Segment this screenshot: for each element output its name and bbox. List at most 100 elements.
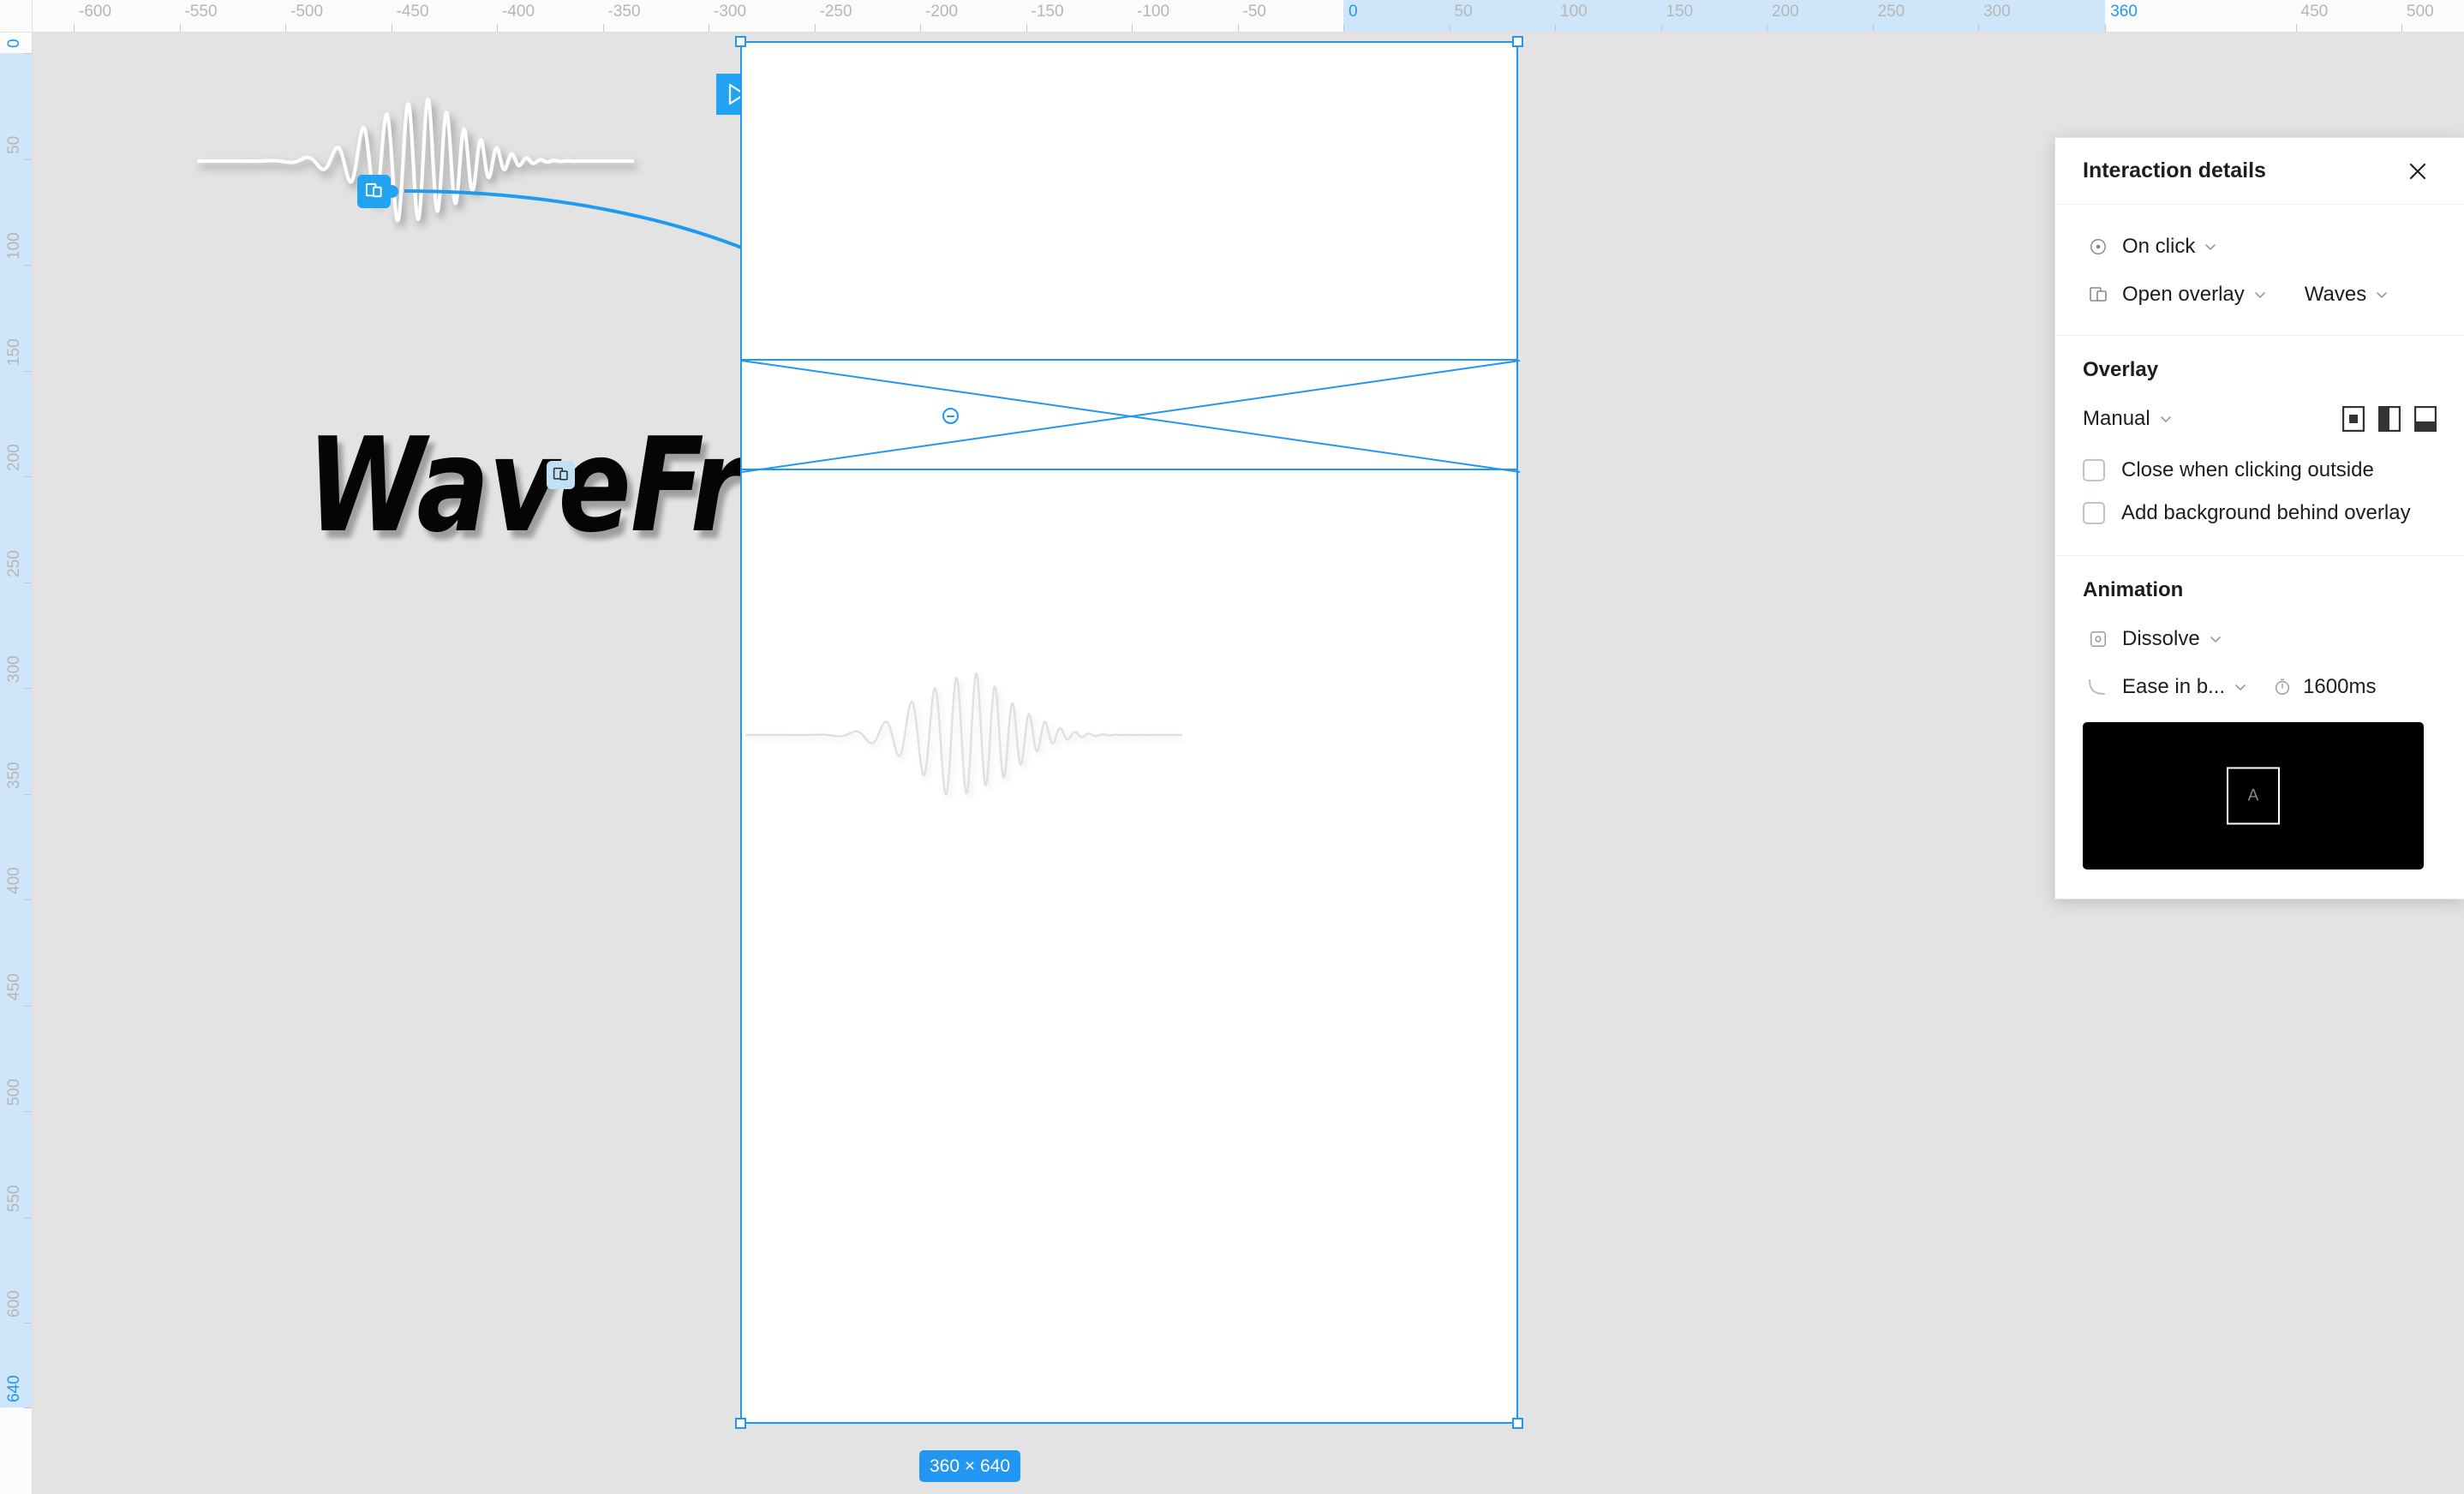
trigger-select[interactable]: On click (2122, 235, 2217, 259)
dissolve-icon (2083, 624, 2114, 654)
ruler-tick-mark (74, 24, 75, 32)
ruler-tick-label: 450 (5, 972, 23, 1001)
ruler-tick-label: 150 (1666, 3, 1694, 21)
ruler-tick-mark (24, 1005, 32, 1007)
overlay-section: Overlay Manual Close when clicking outsi… (2055, 336, 2464, 556)
action-select[interactable]: Open overlay (2122, 283, 2267, 307)
ruler-tick-mark (24, 53, 32, 54)
trigger-label: On click (2122, 235, 2196, 258)
overlay-destination-diagonals (741, 360, 1521, 473)
overlay-position-presets (2342, 406, 2437, 432)
overlay-section-title: Overlay (2083, 358, 2159, 381)
add-background-behind-overlay-checkbox[interactable] (2083, 502, 2105, 524)
close-when-clicking-outside-label: Close when clicking outside (2121, 458, 2374, 481)
resize-handle-tr[interactable] (1512, 36, 1523, 47)
click-target-icon (2083, 231, 2114, 262)
ruler-tick-mark (602, 24, 604, 32)
ruler-tick-mark (24, 688, 32, 689)
animation-section: Animation Dissolve Ease in b... 1600ms A (2055, 556, 2464, 899)
ruler-tick-label: 50 (1454, 3, 1473, 21)
animation-easing-row[interactable]: Ease in b... 1600ms (2083, 667, 2437, 707)
close-when-clicking-outside-row[interactable]: Close when clicking outside (2083, 449, 2437, 492)
overlay-preset-centered[interactable] (2342, 406, 2365, 432)
add-background-behind-overlay-row[interactable]: Add background behind overlay (2083, 492, 2437, 535)
ruler-tick-label: 150 (5, 338, 23, 366)
chevron-down-icon (2205, 244, 2216, 251)
panel-title: Interaction details (2083, 158, 2266, 182)
ruler-tick-label: 450 (2300, 3, 2329, 21)
ruler-tick-label: -450 (396, 3, 429, 21)
ruler-tick-mark (24, 1216, 32, 1218)
animation-type-label: Dissolve (2122, 627, 2200, 650)
ruler-tick-label: 50 (5, 135, 23, 154)
ruler-tick-label: -600 (79, 3, 112, 21)
ruler-tick-mark (1237, 24, 1239, 32)
overlay-position-select[interactable]: Manual (2083, 407, 2173, 431)
ruler-tick-mark (1660, 24, 1662, 32)
ruler-tick-mark (1343, 24, 1344, 32)
ruler-tick-mark (2105, 24, 2107, 32)
ruler-tick-label: 640 (5, 1375, 23, 1402)
overlay-position-label: Manual (2083, 407, 2150, 430)
resize-handle-bl[interactable] (735, 1418, 746, 1429)
ruler-tick-label: 360 (2110, 3, 2138, 21)
ruler-tick-label: 350 (5, 761, 23, 789)
overlay-preset-bottom-half[interactable] (2414, 406, 2437, 432)
ruler-tick-mark (24, 899, 32, 900)
ruler-tick-label: -300 (714, 3, 747, 21)
connection-target-node[interactable] (942, 408, 959, 424)
ruler-tick-label: 500 (5, 1079, 23, 1106)
close-when-clicking-outside-checkbox[interactable] (2083, 459, 2105, 481)
animation-duration-field[interactable]: 1600ms (2273, 675, 2376, 699)
easing-curve-icon (2083, 672, 2114, 702)
ruler-tick-label: 300 (5, 655, 23, 683)
action-row[interactable]: Open overlay Waves (2083, 275, 2437, 314)
ruler-tick-mark (24, 1323, 32, 1324)
ruler-tick-mark (2401, 24, 2402, 32)
ruler-tick-mark (24, 793, 32, 795)
interaction-details-panel[interactable]: Interaction details On click Open overla… (2054, 137, 2464, 899)
ruler-tick-label: 100 (1560, 3, 1588, 21)
ruler-tick-mark (1872, 24, 1874, 32)
close-button[interactable] (2401, 154, 2435, 188)
vertical-ruler[interactable]: 0 50 100 150 200 250 300 350 400 450 500 550 600 640 (0, 33, 33, 1494)
animation-type-row[interactable]: Dissolve (2083, 619, 2437, 659)
ruler-tick-label: -50 (1242, 3, 1266, 21)
chevron-down-icon (2210, 636, 2221, 643)
ruler-tick-label: 500 (2407, 3, 2434, 21)
waveform-illustration-ghost (745, 672, 1182, 796)
ruler-tick-label: 250 (5, 549, 23, 577)
animation-preview-shape: A (2227, 767, 2280, 825)
destination-label: Waves (2304, 283, 2367, 306)
panel-header: Interaction details (2055, 138, 2464, 205)
ruler-tick-mark (814, 24, 816, 32)
ruler-tick-mark (285, 24, 286, 32)
ruler-tick-label: 200 (5, 444, 23, 471)
ruler-tick-mark (24, 158, 32, 160)
overlay-destination-bounds[interactable] (740, 359, 1521, 473)
close-icon (2409, 163, 2426, 179)
open-overlay-icon (2083, 279, 2114, 310)
ruler-tick-label: -250 (819, 3, 852, 21)
ruler-tick-mark (179, 24, 181, 32)
trigger-row[interactable]: On click (2083, 227, 2437, 266)
ruler-tick-label: -350 (607, 3, 641, 21)
ruler-tick-label: -200 (925, 3, 959, 21)
horizontal-ruler[interactable]: -600 -550 -500 -450 -400 -350 -300 -250 -200 -150… (33, 0, 2464, 33)
animation-easing-select[interactable]: Ease in b... (2122, 675, 2247, 699)
add-background-behind-overlay-label: Add background behind overlay (2121, 501, 2411, 524)
ruler-tick-label: -150 (1031, 3, 1064, 21)
ruler-tick-mark (1978, 24, 1979, 32)
chevron-down-icon (2160, 416, 2171, 423)
resize-handle-tl[interactable] (735, 36, 746, 47)
animation-duration-label: 1600ms (2303, 675, 2377, 698)
animation-type-select[interactable]: Dissolve (2122, 627, 2222, 651)
resize-handle-br[interactable] (1512, 1418, 1523, 1429)
destination-select[interactable]: Waves (2305, 283, 2389, 307)
ruler-tick-label: -500 (290, 3, 324, 21)
overlay-preset-left-half[interactable] (2378, 406, 2401, 432)
ruler-tick-label: 300 (1983, 3, 2011, 21)
animation-preview[interactable]: A (2083, 722, 2424, 870)
ruler-tick-label: 550 (5, 1184, 23, 1212)
animation-preview-shape-label: A (2247, 786, 2259, 805)
